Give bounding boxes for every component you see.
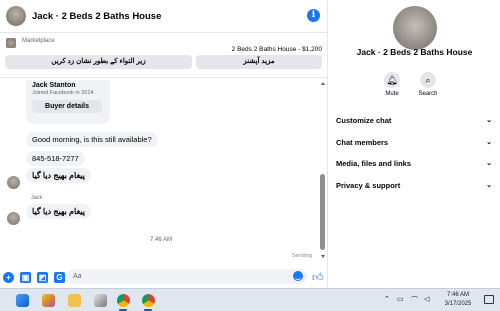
section-chat-members[interactable]: Chat members ⌄ [336, 138, 492, 147]
composer: + ▣ ◩ G Aa 👍︎ [0, 266, 328, 288]
volume-icon[interactable]: ◁ [424, 295, 429, 303]
notification-icon[interactable] [484, 295, 494, 304]
sending-status: Sending [291, 253, 312, 259]
buyer-details-button[interactable]: Buyer details [32, 100, 102, 113]
buyer-joined: Joined Facebook in 2014 [32, 90, 94, 96]
mute-label: Mute [385, 91, 399, 97]
chevron-down-icon: ⌄ [486, 160, 492, 167]
emoji-icon[interactable] [293, 271, 303, 281]
info-icon[interactable]: i [307, 9, 320, 22]
scroll-up-arrow[interactable] [321, 82, 325, 85]
messenger-window: Jack · 2 Beds 2 Baths House i Marketplac… [0, 0, 500, 288]
search-label: Search [418, 91, 438, 97]
image-icon[interactable]: ▣ [20, 271, 31, 283]
more-options-button[interactable]: مزید آپشنز [196, 55, 322, 69]
search-icon: ⌕ [420, 72, 436, 88]
copilot-icon[interactable] [42, 294, 55, 307]
battery-icon[interactable]: ▭ [397, 295, 404, 303]
plus-icon[interactable]: + [3, 271, 14, 283]
message-bubble[interactable]: پیغام بھیج دیا گیا [26, 168, 91, 183]
listing-title[interactable]: 2 Beds 2 Baths House - $1,200 [232, 46, 322, 53]
gif-icon[interactable]: G [54, 271, 65, 283]
mute-button[interactable]: 🔔︎ Mute [377, 72, 407, 97]
scroll-down-arrow[interactable] [321, 255, 325, 258]
message-input[interactable]: Aa [67, 269, 307, 284]
buyer-card: Jack Stanton Joined Facebook in 2014 Buy… [26, 80, 110, 124]
avatar[interactable] [6, 6, 26, 26]
section-customize-chat[interactable]: Customize chat ⌄ [336, 116, 492, 125]
file-explorer-icon[interactable] [68, 294, 81, 307]
avatar[interactable] [7, 176, 20, 189]
marketplace-bar: Marketplace 2 Beds 2 Baths House - $1,20… [0, 34, 328, 78]
message-bubble[interactable]: پیغام بھیج دیا گیا [26, 204, 91, 219]
scrollbar[interactable] [320, 80, 326, 258]
clock-date: 3/17/2025 [444, 301, 472, 307]
chat-pane: Jack · 2 Beds 2 Baths House i Marketplac… [0, 0, 328, 288]
buyer-name: Jack Stanton [32, 82, 76, 89]
avatar[interactable] [7, 212, 20, 225]
chevron-down-icon: ⌄ [486, 117, 492, 124]
listing-thumbnail[interactable] [6, 38, 16, 48]
search-button[interactable]: ⌕ Search [413, 72, 443, 97]
section-media-files-links[interactable]: Media, files and links ⌄ [336, 159, 492, 168]
taskbar: ⌃ ▭ ⌒ ◁ 7:46 AM 3/17/2025 [0, 288, 500, 311]
clock-time: 7:46 AM [446, 292, 469, 298]
sender-name: Jack [31, 195, 43, 201]
sticker-icon[interactable]: ◩ [37, 271, 48, 283]
thumbs-up-icon[interactable]: 👍︎ [312, 271, 324, 284]
network-icon[interactable]: ⌒ [411, 295, 418, 305]
app-icon[interactable] [94, 294, 107, 307]
marketplace-label: Marketplace [22, 38, 55, 44]
bell-icon: 🔔︎ [384, 72, 400, 88]
chevron-up-icon[interactable]: ⌃ [384, 295, 390, 303]
avatar[interactable] [393, 6, 437, 50]
system-clock[interactable]: 7:46 AM 3/17/2025 [438, 291, 478, 309]
chevron-down-icon: ⌄ [486, 182, 492, 189]
message-input-placeholder: Aa [73, 273, 82, 280]
info-title: Jack · 2 Beds 2 Baths House [356, 47, 473, 57]
section-privacy-support[interactable]: Privacy & support ⌄ [336, 181, 492, 190]
chat-title[interactable]: Jack · 2 Beds 2 Baths House [32, 11, 161, 22]
message-bubble[interactable]: 845-518-7277 [26, 151, 85, 166]
scrollbar-thumb[interactable] [320, 174, 325, 250]
chat-info-pane: Jack · 2 Beds 2 Baths House 🔔︎ Mute ⌕ Se… [329, 0, 500, 288]
mark-pending-button[interactable]: زیر التواء کے بطور نشان زد کریں [5, 55, 192, 69]
chrome-icon[interactable] [117, 294, 130, 307]
message-bubble[interactable]: Good morning, is this still available? [26, 132, 158, 147]
start-icon[interactable] [16, 294, 29, 307]
chrome-icon[interactable] [142, 294, 155, 307]
chat-header: Jack · 2 Beds 2 Baths House i [0, 0, 328, 33]
chevron-down-icon: ⌄ [486, 139, 492, 146]
message-list: Jack Stanton Joined Facebook in 2014 Buy… [0, 80, 322, 266]
message-timestamp: 7:46 AM [149, 237, 172, 243]
